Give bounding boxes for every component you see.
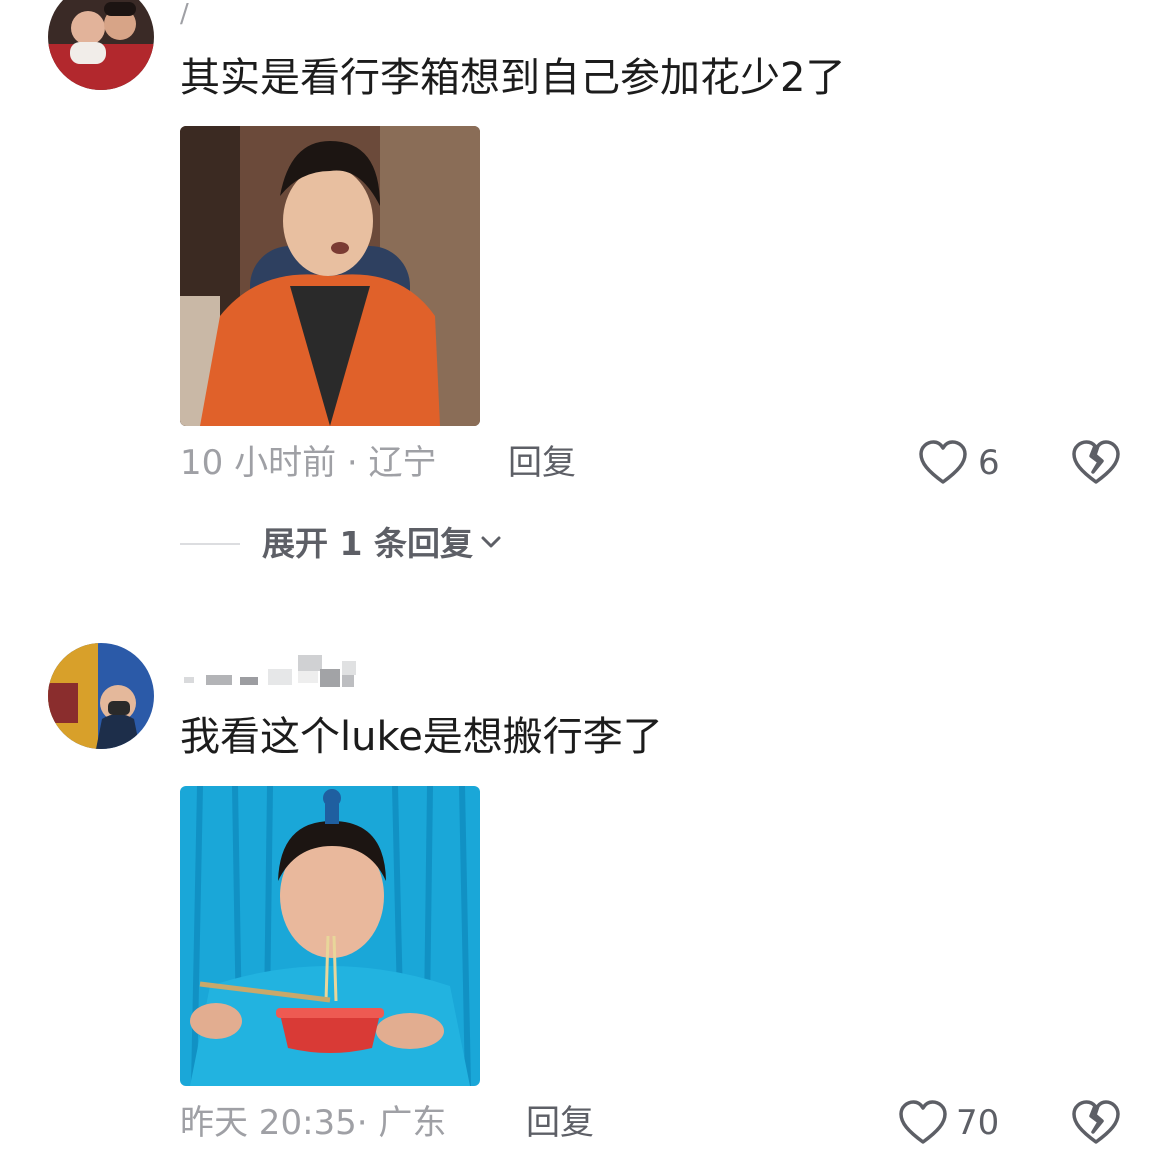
like-count: 70 [956,1103,1000,1143]
dislike-button[interactable] [1072,1100,1120,1146]
reply-button[interactable]: 回复 [508,443,576,483]
comment-location: 广东 [378,1103,447,1143]
comment-location: 辽宁 [368,443,437,483]
comment-time: 昨天 20:35 [180,1103,357,1143]
like-button[interactable] [918,440,970,486]
expand-replies-button[interactable]: 展开 1 条回复 [262,524,503,564]
avatar[interactable] [48,643,154,749]
comment-meta: 昨天 20:35· 广东 [180,1103,446,1143]
broken-heart-icon [1072,1100,1120,1150]
heart-outline-icon [898,1100,948,1150]
meta-separator: · [356,1103,368,1143]
chevron-down-icon [479,530,503,558]
meta-separator: · [346,443,358,483]
heart-outline-icon [918,440,968,490]
expand-replies-label: 展开 1 条回复 [262,524,473,563]
comment-image[interactable] [180,126,480,426]
broken-heart-icon [1072,440,1120,490]
like-button[interactable] [898,1100,950,1146]
avatar[interactable] [48,0,154,90]
comment-text: 其实是看行李箱想到自己参加花少2了 [180,55,846,101]
comment-time: 10 小时前 [180,443,337,483]
comment-text: 我看这个luke是想搬行李了 [180,714,663,760]
username-mosaic[interactable] [184,655,374,689]
like-count: 6 [978,443,1000,483]
comment-meta: 10 小时前 · 辽宁 [180,443,437,483]
dislike-button[interactable] [1072,440,1120,486]
comment-image[interactable] [180,786,480,1086]
expand-divider [180,543,240,545]
reply-button[interactable]: 回复 [526,1103,594,1143]
username[interactable]: / [180,0,189,28]
